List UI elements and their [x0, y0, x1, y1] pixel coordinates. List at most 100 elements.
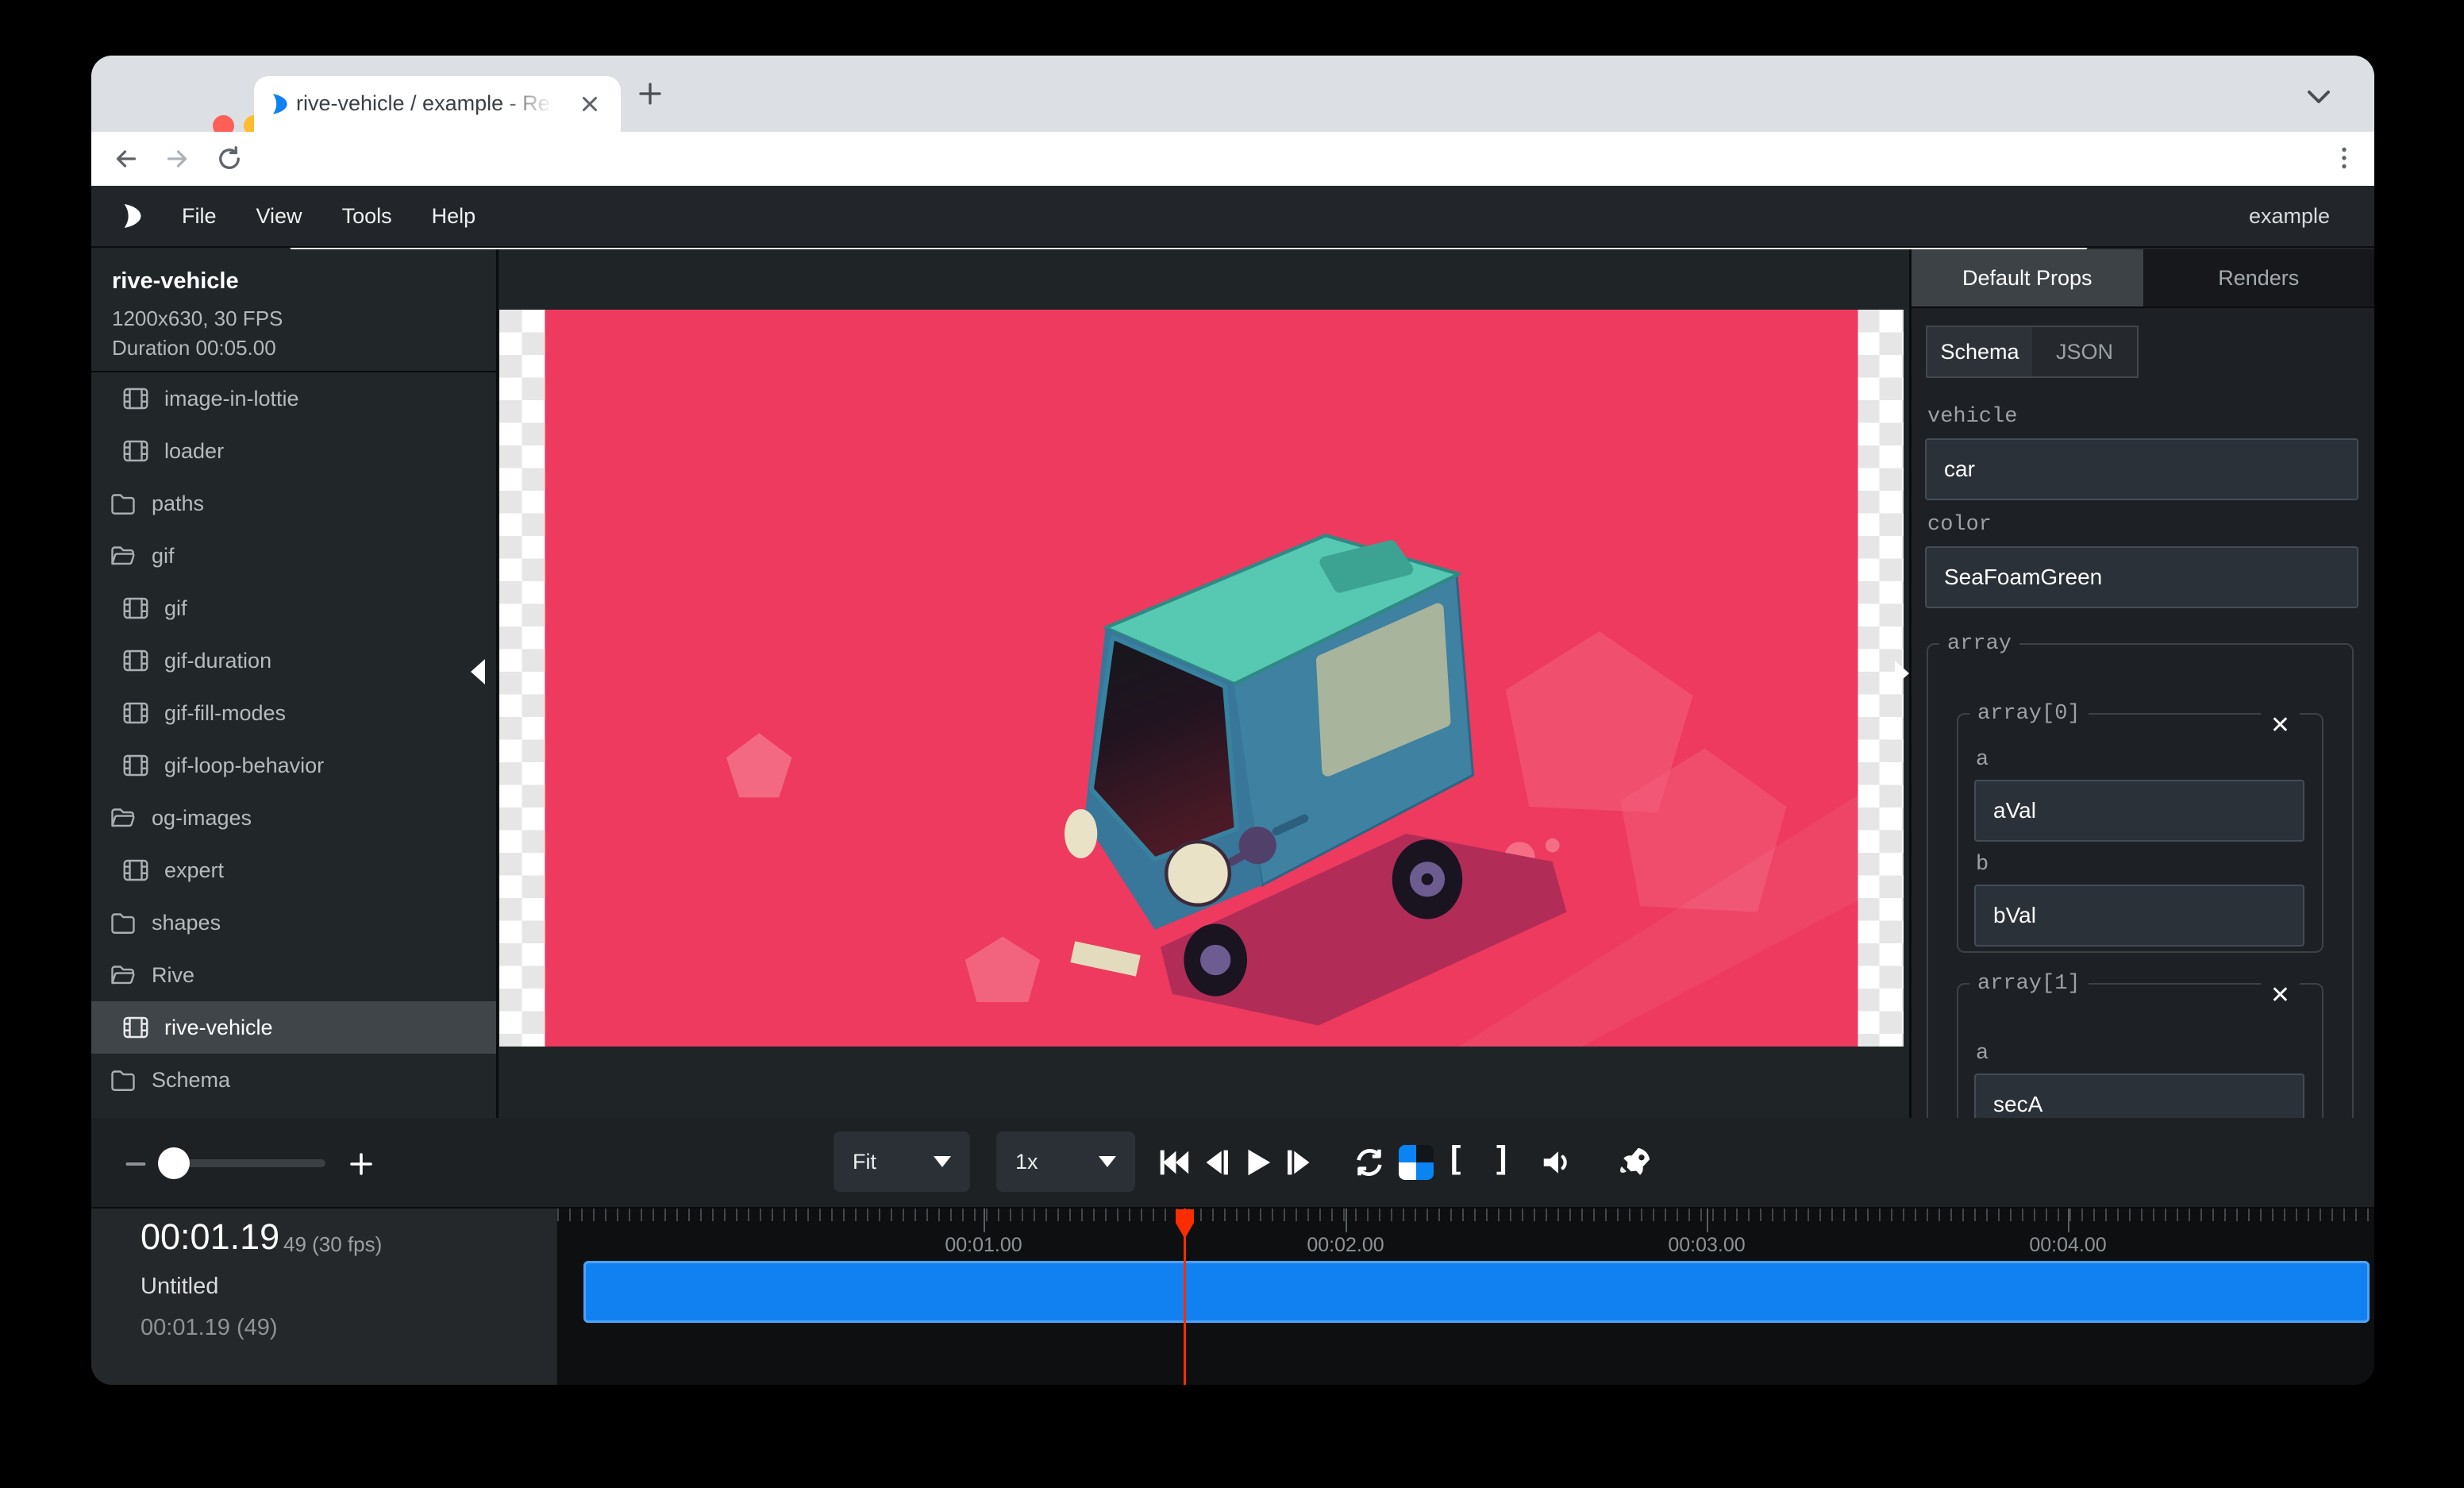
- tab-title-fade: [500, 83, 576, 127]
- expand-panel-handle[interactable]: [1895, 661, 1909, 686]
- folder-closed-icon: [109, 489, 137, 518]
- array-fieldset: array array[0] ✕ a aVal b bVal array[1] …: [1927, 632, 2354, 1118]
- film-icon: [121, 384, 150, 413]
- sidebar-item-gif-loop-behavior[interactable]: gif-loop-behavior: [91, 739, 496, 792]
- new-tab-icon[interactable]: [636, 79, 664, 108]
- composition-resolution: 1200x630, 30 FPS: [112, 304, 475, 333]
- track-name: Untitled: [141, 1274, 218, 1300]
- sidebar-item-gif-fill-modes[interactable]: gif-fill-modes: [91, 687, 496, 739]
- sidebar-folder-schema[interactable]: Schema: [91, 1054, 496, 1106]
- transparency-checkerboard-toggle[interactable]: [1399, 1145, 1434, 1180]
- set-out-point-button[interactable]: ]: [1496, 1140, 1507, 1176]
- sidebar-folder-rive[interactable]: Rive: [91, 949, 496, 1001]
- sidebar-folder-gif[interactable]: gif: [91, 530, 496, 582]
- array-field-label: array: [1939, 632, 2019, 656]
- zoom-slider-thumb[interactable]: [158, 1147, 190, 1179]
- reload-icon[interactable]: [215, 145, 244, 173]
- sidebar-item-rive-vehicle[interactable]: rive-vehicle: [91, 1001, 496, 1054]
- sidebar-item-image-in-lottie[interactable]: image-in-lottie: [91, 372, 496, 425]
- timeline-track[interactable]: [583, 1261, 2370, 1323]
- chevron-down-icon: [934, 1156, 951, 1167]
- compositions-sidebar: rive-vehicle 1200x630, 30 FPS Duration 0…: [91, 249, 496, 1118]
- playhead-handle[interactable]: [1174, 1209, 1195, 1242]
- ruler-major-tick: [984, 1209, 985, 1232]
- sidebar-folder-paths[interactable]: paths: [91, 477, 496, 530]
- current-timecode: 00:01.19: [141, 1216, 279, 1258]
- folder-open-icon: [109, 542, 137, 570]
- remotion-logo-icon[interactable]: [115, 200, 147, 232]
- vehicle-artwork: [499, 310, 1904, 1047]
- sidebar-item-gif[interactable]: gif: [91, 582, 496, 634]
- color-value: SeaFoamGreen: [1944, 565, 2102, 590]
- sidebar-item-label: gif-duration: [164, 649, 271, 673]
- sidebar-item-label: gif: [164, 596, 187, 621]
- composition-canvas[interactable]: [499, 310, 1904, 1047]
- film-icon: [121, 1013, 150, 1042]
- tab-default-props[interactable]: Default Props: [1912, 249, 2143, 306]
- current-frame-info: 49 (30 fps): [283, 1232, 382, 1257]
- a-field-label: a: [1976, 748, 1989, 772]
- film-icon: [121, 594, 150, 623]
- film-icon: [121, 856, 150, 885]
- tab-close-icon[interactable]: [578, 92, 602, 116]
- sidebar-item-label: rive-vehicle: [164, 1016, 273, 1040]
- tab-renders[interactable]: Renders: [2143, 249, 2375, 306]
- color-field-label: color: [1927, 513, 1992, 537]
- composition-title: rive-vehicle: [112, 268, 475, 295]
- size-dropdown-value: Fit: [853, 1150, 876, 1174]
- remove-array-1-icon[interactable]: ✕: [2261, 980, 2300, 1012]
- vehicle-input[interactable]: car: [1925, 438, 2358, 500]
- sidebar-item-label: paths: [152, 492, 204, 516]
- timeline-ruler[interactable]: [557, 1209, 2374, 1221]
- sidebar-item-label: gif-fill-modes: [164, 701, 286, 726]
- track-duration: 00:01.19 (49): [141, 1315, 278, 1341]
- folder-closed-icon: [109, 908, 137, 937]
- folder-closed-icon: [109, 1066, 137, 1094]
- color-input[interactable]: SeaFoamGreen: [1925, 546, 2358, 608]
- a-field-label: a: [1976, 1042, 1989, 1066]
- set-in-point-button[interactable]: [: [1450, 1140, 1461, 1176]
- play-button[interactable]: [1238, 1144, 1275, 1181]
- speed-dropdown[interactable]: 1x: [996, 1131, 1135, 1192]
- zoom-out-icon[interactable]: [121, 1150, 150, 1178]
- array-0-a-input[interactable]: aVal: [1974, 780, 2304, 842]
- array-1-a-input[interactable]: secA: [1974, 1074, 2304, 1118]
- ruler-label: 00:01.00: [920, 1234, 1047, 1257]
- sidebar-folder-shapes[interactable]: shapes: [91, 896, 496, 949]
- remove-array-0-icon[interactable]: ✕: [2261, 710, 2300, 742]
- previous-frame-button[interactable]: [1198, 1144, 1234, 1181]
- zoom-in-icon[interactable]: [347, 1150, 375, 1178]
- toggle-schema[interactable]: Schema: [1927, 327, 2032, 376]
- sidebar-folder-og-images[interactable]: og-images: [91, 792, 496, 844]
- turbo-rocket-icon[interactable]: [1617, 1144, 1654, 1181]
- ruler-label: 00:02.00: [1282, 1234, 1409, 1257]
- timeline-info-pane: 00:01.19 49 (30 fps) Untitled 00:01.19 (…: [91, 1209, 556, 1385]
- jump-to-start-button[interactable]: [1155, 1144, 1192, 1181]
- chevron-down-icon: [1099, 1156, 1116, 1167]
- composition-info: rive-vehicle 1200x630, 30 FPS Duration 0…: [91, 249, 496, 371]
- menu-tools[interactable]: Tools: [342, 204, 392, 229]
- volume-button[interactable]: [1539, 1144, 1576, 1181]
- props-tabs: Default Props Renders: [1912, 249, 2374, 308]
- toggle-json[interactable]: JSON: [2032, 327, 2137, 376]
- sidebar-item-loader[interactable]: loader: [91, 425, 496, 477]
- back-icon[interactable]: [112, 145, 141, 173]
- browser-menu-icon[interactable]: [2330, 144, 2358, 172]
- film-icon: [121, 699, 150, 727]
- size-dropdown[interactable]: Fit: [834, 1131, 970, 1192]
- menu-file[interactable]: File: [182, 204, 217, 229]
- sidebar-item-gif-duration[interactable]: gif-duration: [91, 634, 496, 687]
- loop-toggle-button[interactable]: [1351, 1144, 1388, 1181]
- array-0-fieldset: array[0] ✕ a aVal b bVal: [1957, 702, 2323, 953]
- menu-help[interactable]: Help: [432, 204, 476, 229]
- tab-search-chevron-icon[interactable]: [2304, 86, 2333, 108]
- next-frame-button[interactable]: [1281, 1144, 1318, 1181]
- timeline-pane[interactable]: 00:01.00 00:02.00 00:03.00 00:04.00: [557, 1209, 2374, 1385]
- menu-view[interactable]: View: [256, 204, 302, 229]
- sidebar-item-expert[interactable]: expert: [91, 844, 496, 896]
- array-0-b-input[interactable]: bVal: [1974, 885, 2304, 946]
- collapse-sidebar-handle[interactable]: [471, 659, 485, 684]
- browser-tab[interactable]: rive-vehicle / example - Remoti: [254, 76, 621, 132]
- forward-icon[interactable]: [163, 145, 191, 173]
- speed-dropdown-value: 1x: [1015, 1150, 1038, 1174]
